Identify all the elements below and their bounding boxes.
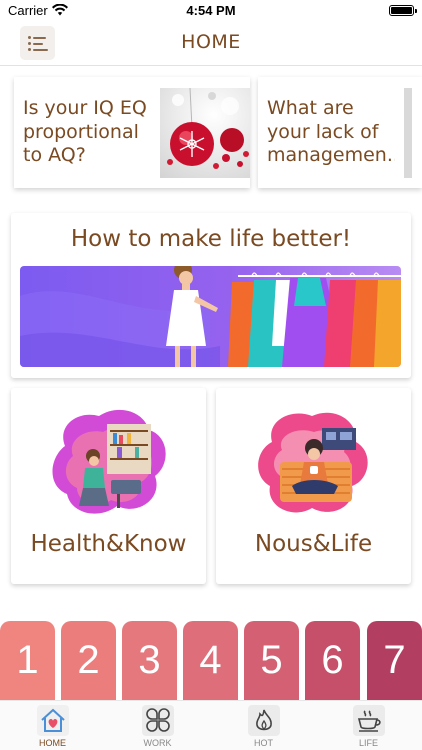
- battery-icon: [389, 5, 417, 16]
- tab-work[interactable]: WORK: [105, 701, 210, 750]
- feature-card[interactable]: How to make life better!: [11, 213, 411, 378]
- number-tab-label: 6: [321, 638, 344, 682]
- number-tab-7[interactable]: 7: [367, 621, 422, 701]
- category-card-nous[interactable]: Nous&Life: [216, 388, 411, 584]
- number-tab-label: 5: [260, 638, 283, 682]
- grid-flower-icon: [142, 705, 174, 736]
- article-title: Is your IQ EQ proportional to AQ?: [23, 97, 147, 166]
- article-card[interactable]: What are your lack of managemen...: [258, 77, 422, 188]
- number-tab-label: 7: [383, 638, 406, 682]
- home-heart-icon: [37, 705, 69, 736]
- page-title: HOME: [181, 31, 241, 53]
- tab-label: HOT: [254, 738, 273, 748]
- number-tab-label: 3: [138, 638, 161, 682]
- feature-title: How to make life better!: [70, 226, 352, 252]
- number-tab-4[interactable]: 4: [183, 621, 238, 701]
- tab-life[interactable]: LIFE: [316, 701, 421, 750]
- number-tab-label: 1: [16, 638, 39, 682]
- tab-label: HOME: [39, 738, 66, 748]
- tab-bar: HOME WORK HOT LIFE: [0, 700, 422, 750]
- article-title: What are your lack of managemen...: [267, 97, 395, 166]
- number-tab-6[interactable]: 6: [305, 621, 360, 701]
- category-illustration: [252, 406, 375, 519]
- number-tab-label: 2: [77, 638, 100, 682]
- coffee-cup-icon: [353, 705, 385, 736]
- category-label: Nous&Life: [254, 531, 373, 557]
- feature-banner-image: [20, 266, 401, 367]
- number-tab-1[interactable]: 1: [0, 621, 55, 701]
- tab-home[interactable]: HOME: [0, 701, 105, 750]
- article-thumbnail: [160, 87, 250, 178]
- navigation-bar: HOME: [0, 22, 422, 66]
- number-tab-2[interactable]: 2: [61, 621, 116, 701]
- tab-label: WORK: [143, 738, 172, 748]
- article-card[interactable]: Is your IQ EQ proportional to AQ?: [14, 77, 250, 188]
- status-bar: Carrier 4:54 PM: [0, 0, 422, 22]
- category-label: Health&Know: [30, 531, 187, 557]
- number-tab-3[interactable]: 3: [122, 621, 177, 701]
- number-tab-label: 4: [199, 638, 222, 682]
- article-thumbnail: [404, 88, 412, 178]
- number-tab-5[interactable]: 5: [244, 621, 299, 701]
- flame-icon: [248, 705, 280, 736]
- clock: 4:54 PM: [186, 3, 236, 18]
- tab-label: LIFE: [358, 738, 378, 748]
- tab-hot[interactable]: HOT: [211, 701, 316, 750]
- category-card-health[interactable]: Health&Know: [11, 388, 206, 584]
- category-illustration: [47, 406, 170, 519]
